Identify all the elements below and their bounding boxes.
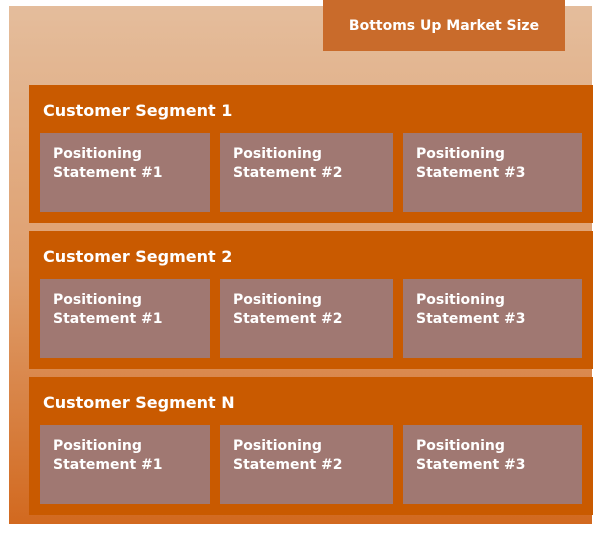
card-line: Statement #3	[416, 165, 526, 181]
market-size-container: Customer Segment 1 Positioning Statement …	[9, 6, 593, 524]
card-line: Positioning	[53, 438, 142, 454]
positioning-statement-card: Positioning Statement #2	[220, 425, 393, 504]
positioning-statement-card: Positioning Statement #1	[40, 425, 210, 504]
card-line: Statement #2	[233, 165, 343, 181]
card-line: Positioning	[416, 438, 505, 454]
positioning-statement-card: Positioning Statement #3	[403, 425, 582, 504]
positioning-statement-card: Positioning Statement #1	[40, 279, 210, 358]
segment-title: Customer Segment 1	[43, 101, 233, 120]
card-line: Positioning	[416, 146, 505, 162]
card-line: Positioning	[233, 292, 322, 308]
card-line: Statement #2	[233, 311, 343, 327]
positioning-statement-card: Positioning Statement #3	[403, 133, 582, 212]
segment-title: Customer Segment 2	[43, 247, 233, 266]
card-line: Statement #1	[53, 165, 163, 181]
card-line: Statement #1	[53, 311, 163, 327]
card-line: Positioning	[233, 146, 322, 162]
customer-segment-n: Customer Segment N Positioning Statement …	[29, 377, 593, 515]
card-line: Statement #3	[416, 311, 526, 327]
card-line: Statement #1	[53, 457, 163, 473]
card-line: Statement #3	[416, 457, 526, 473]
card-line: Positioning	[53, 146, 142, 162]
positioning-statement-card: Positioning Statement #1	[40, 133, 210, 212]
card-line: Positioning	[53, 292, 142, 308]
segment-title: Customer Segment N	[43, 393, 235, 412]
customer-segment-2: Customer Segment 2 Positioning Statement …	[29, 231, 593, 369]
positioning-statement-card: Positioning Statement #3	[403, 279, 582, 358]
card-line: Positioning	[416, 292, 505, 308]
card-line: Positioning	[233, 438, 322, 454]
positioning-statement-card: Positioning Statement #2	[220, 279, 393, 358]
positioning-statement-card: Positioning Statement #2	[220, 133, 393, 212]
market-size-header: Bottoms Up Market Size	[323, 0, 565, 51]
card-line: Statement #2	[233, 457, 343, 473]
customer-segment-1: Customer Segment 1 Positioning Statement …	[29, 85, 593, 223]
